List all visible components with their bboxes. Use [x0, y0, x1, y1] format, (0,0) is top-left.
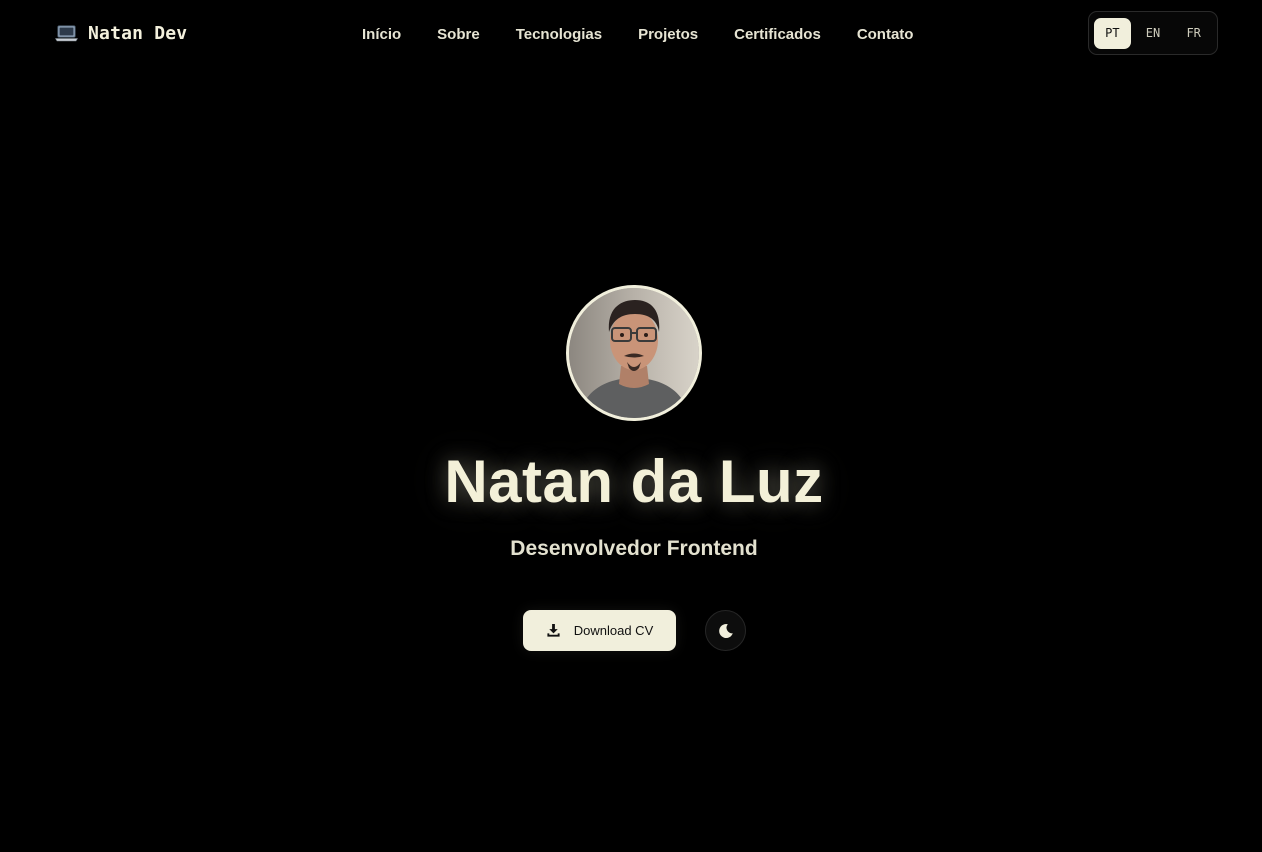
nav-link-sobre[interactable]: Sobre — [419, 22, 498, 47]
laptop-icon — [55, 25, 78, 42]
language-switcher: PT EN FR — [1088, 11, 1218, 55]
hero-role: Desenvolvedor Frontend — [510, 537, 758, 560]
download-icon — [547, 623, 560, 637]
moon-icon — [718, 623, 733, 638]
theme-toggle-button[interactable] — [705, 610, 746, 651]
brand-logo-link[interactable]: Natan Dev — [55, 20, 187, 46]
nav-link-inicio[interactable]: Início — [344, 22, 419, 47]
nav-link-projetos[interactable]: Projetos — [620, 22, 716, 47]
nav-link-certificados[interactable]: Certificados — [716, 22, 839, 47]
nav-link-contato[interactable]: Contato — [839, 22, 932, 47]
hero-name: Natan da Luz — [444, 448, 824, 515]
lang-button-fr[interactable]: FR — [1175, 18, 1212, 49]
nav-link-tecnologias[interactable]: Tecnologias — [498, 22, 620, 47]
profile-photo — [569, 288, 699, 418]
lang-button-en[interactable]: EN — [1135, 18, 1172, 49]
download-cv-button[interactable]: Download CV — [523, 610, 676, 651]
main-nav: Início Sobre Tecnologias Projetos Certif… — [344, 20, 931, 48]
site-header: Natan Dev Início Sobre Tecnologias Proje… — [0, 0, 1262, 66]
brand-text: Natan Dev — [88, 22, 188, 44]
lang-button-pt[interactable]: PT — [1094, 17, 1131, 49]
profile-avatar — [566, 285, 702, 421]
download-cv-label: Download CV — [573, 623, 654, 638]
